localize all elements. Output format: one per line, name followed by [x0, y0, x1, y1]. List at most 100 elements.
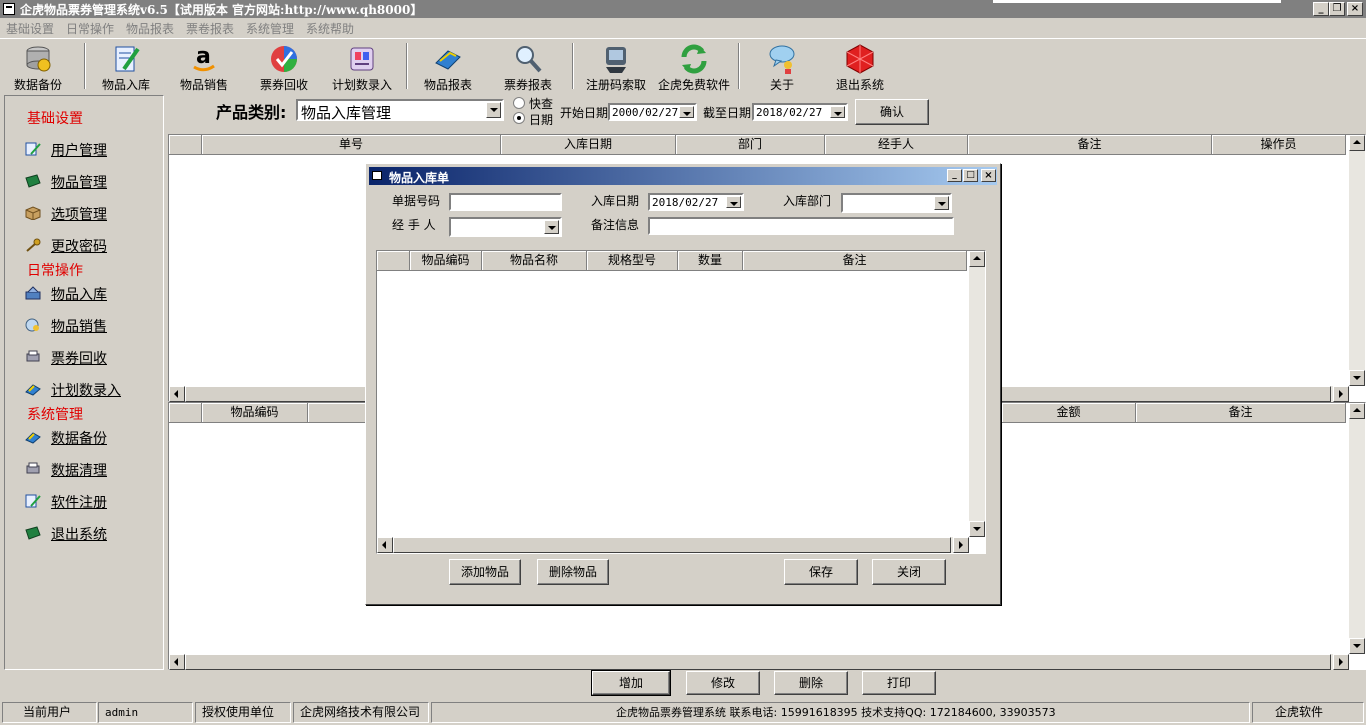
- column-header-order-no[interactable]: 单号: [202, 135, 501, 155]
- toolbar-stock-in-button[interactable]: 物品入库: [98, 41, 154, 93]
- menu-basic-settings[interactable]: 基础设置: [6, 20, 54, 37]
- chevron-down-icon[interactable]: [934, 196, 949, 210]
- close-dialog-button[interactable]: 关闭: [872, 559, 946, 585]
- delete-button[interactable]: 删除: [774, 671, 848, 695]
- window-title-bar[interactable]: 企虎物品票券管理系统v6.5【试用版本 官方网站:http://www.qh80…: [0, 0, 1366, 18]
- scroll-left-button[interactable]: [377, 537, 393, 553]
- column-header-quantity[interactable]: 数量: [678, 251, 743, 271]
- column-header-blank[interactable]: [377, 251, 410, 271]
- column-header-item-code[interactable]: 物品编码: [410, 251, 482, 271]
- column-header-operator[interactable]: 操作员: [1212, 135, 1346, 155]
- database-backup-icon: [22, 43, 54, 75]
- menu-item-reports[interactable]: 物品报表: [126, 20, 174, 37]
- ticket-recycle-icon: [268, 43, 300, 75]
- column-header-blank[interactable]: [169, 135, 202, 155]
- scroll-right-button[interactable]: [1333, 386, 1349, 402]
- toolbar-data-backup-button[interactable]: 数据备份: [10, 41, 66, 93]
- scroll-left-button[interactable]: [169, 654, 185, 670]
- menu-daily-operations[interactable]: 日常操作: [66, 20, 114, 37]
- edit-button[interactable]: 修改: [686, 671, 760, 695]
- dialog-title-bar[interactable]: 物品入库单 _ □ ×: [369, 167, 997, 185]
- bottom-grid-vertical-scrollbar[interactable]: [1349, 403, 1365, 654]
- close-window-button[interactable]: ×: [1347, 2, 1363, 16]
- column-header-note[interactable]: 备注: [743, 251, 967, 271]
- nav-item-label: 用户管理: [51, 143, 107, 159]
- column-header-spec-model[interactable]: 规格型号: [587, 251, 678, 271]
- scroll-right-button[interactable]: [953, 537, 969, 553]
- dialog-grid-horizontal-scrollbar[interactable]: [377, 537, 969, 553]
- scroll-up-button[interactable]: [1349, 135, 1365, 151]
- radio-date[interactable]: [513, 112, 525, 124]
- stock-in-date-picker[interactable]: 2018/02/27: [648, 193, 744, 211]
- column-header-note[interactable]: 备注: [1136, 403, 1346, 423]
- toolbar-about-button[interactable]: 关于: [754, 41, 810, 93]
- scroll-right-button[interactable]: [1333, 654, 1349, 670]
- dialog-maximize-button[interactable]: □: [963, 169, 978, 182]
- stock-in-dept-label: 入库部门: [783, 194, 832, 208]
- column-header-blank[interactable]: [169, 403, 202, 423]
- toolbar-label: 注册码索取: [585, 78, 646, 92]
- chevron-down-icon[interactable]: [726, 196, 741, 208]
- scroll-left-button[interactable]: [169, 386, 185, 402]
- column-header-department[interactable]: 部门: [676, 135, 825, 155]
- toolbar-ticket-recycle-button[interactable]: 票券回收: [256, 41, 312, 93]
- column-header-item-code[interactable]: 物品编码: [202, 403, 308, 423]
- toolbar-item-report-button[interactable]: 物品报表: [420, 41, 476, 93]
- add-button[interactable]: 增加: [591, 670, 671, 696]
- dialog-grid-vertical-scrollbar[interactable]: [969, 251, 985, 537]
- add-item-button[interactable]: 添加物品: [449, 559, 521, 585]
- toolbar-separator: [406, 43, 408, 89]
- menu-system-management[interactable]: 系统管理: [246, 20, 294, 37]
- toolbar-label: 物品入库: [101, 78, 150, 92]
- toolbar-exit-button[interactable]: 退出系统: [830, 41, 890, 93]
- toolbar-label: 关于: [769, 78, 794, 92]
- print-button[interactable]: 打印: [862, 671, 936, 695]
- scroll-down-button[interactable]: [969, 521, 985, 537]
- toolbar-ticket-report-button[interactable]: 票券报表: [500, 41, 556, 93]
- restore-button[interactable]: ❐: [1329, 2, 1345, 16]
- category-select[interactable]: 物品入库管理: [296, 99, 504, 122]
- scroll-down-button[interactable]: [1349, 638, 1365, 654]
- radio-quick-search[interactable]: [513, 97, 525, 109]
- note-input[interactable]: [648, 217, 954, 235]
- minimize-button[interactable]: _: [1313, 2, 1329, 16]
- dialog-title: 物品入库单: [389, 171, 450, 185]
- toolbar-plan-entry-button[interactable]: 计划数录入: [330, 41, 394, 93]
- toolbar-free-software-button[interactable]: 企虎免费软件: [656, 41, 732, 93]
- delete-item-button[interactable]: 删除物品: [537, 559, 609, 585]
- end-date-picker[interactable]: 2018/02/27: [752, 103, 848, 121]
- dialog-close-button[interactable]: ×: [981, 169, 996, 182]
- plan-entry-icon: [346, 43, 378, 75]
- toolbar-item-sales-button[interactable]: a 物品销售: [176, 41, 232, 93]
- scroll-up-button[interactable]: [1349, 403, 1365, 419]
- chevron-down-icon[interactable]: [830, 106, 845, 118]
- menu-ticket-reports[interactable]: 票卷报表: [186, 20, 234, 37]
- chevron-down-icon[interactable]: [679, 106, 694, 118]
- top-grid-vertical-scrollbar[interactable]: [1349, 135, 1365, 386]
- stock-in-dept-select[interactable]: [841, 193, 952, 213]
- bottom-grid-horizontal-scrollbar[interactable]: [169, 654, 1349, 670]
- start-date-picker[interactable]: 2000/02/27: [608, 103, 697, 121]
- scrollbar-thumb[interactable]: [185, 654, 1331, 670]
- menu-system-help[interactable]: 系统帮助: [306, 20, 354, 37]
- column-header-amount[interactable]: 金额: [1002, 403, 1136, 423]
- confirm-button[interactable]: 确认: [855, 99, 929, 125]
- note-label: 备注信息: [591, 218, 640, 232]
- dialog-minimize-button[interactable]: _: [947, 169, 962, 182]
- handler-select[interactable]: [449, 217, 562, 237]
- chevron-down-icon[interactable]: [544, 220, 559, 234]
- chevron-down-icon[interactable]: [486, 102, 501, 118]
- scroll-down-button[interactable]: [1349, 370, 1365, 386]
- toolbar-register-code-button[interactable]: 注册码索取: [584, 41, 648, 93]
- dialog-items-grid[interactable]: 物品编码 物品名称 规格型号 数量 备注: [376, 250, 986, 554]
- column-header-note[interactable]: 备注: [968, 135, 1212, 155]
- column-header-stock-in-date[interactable]: 入库日期: [501, 135, 676, 155]
- doc-no-input[interactable]: [449, 193, 562, 211]
- save-button[interactable]: 保存: [784, 559, 858, 585]
- column-header-handler[interactable]: 经手人: [825, 135, 968, 155]
- column-header-item-name[interactable]: 物品名称: [482, 251, 587, 271]
- status-info: 企虎物品票券管理系统 联系电话: 15991618395 技术支持QQ: 172…: [431, 702, 1250, 723]
- scrollbar-thumb[interactable]: [393, 537, 951, 553]
- nav-item-label: 票券回收: [51, 351, 107, 367]
- scroll-up-button[interactable]: [969, 251, 985, 267]
